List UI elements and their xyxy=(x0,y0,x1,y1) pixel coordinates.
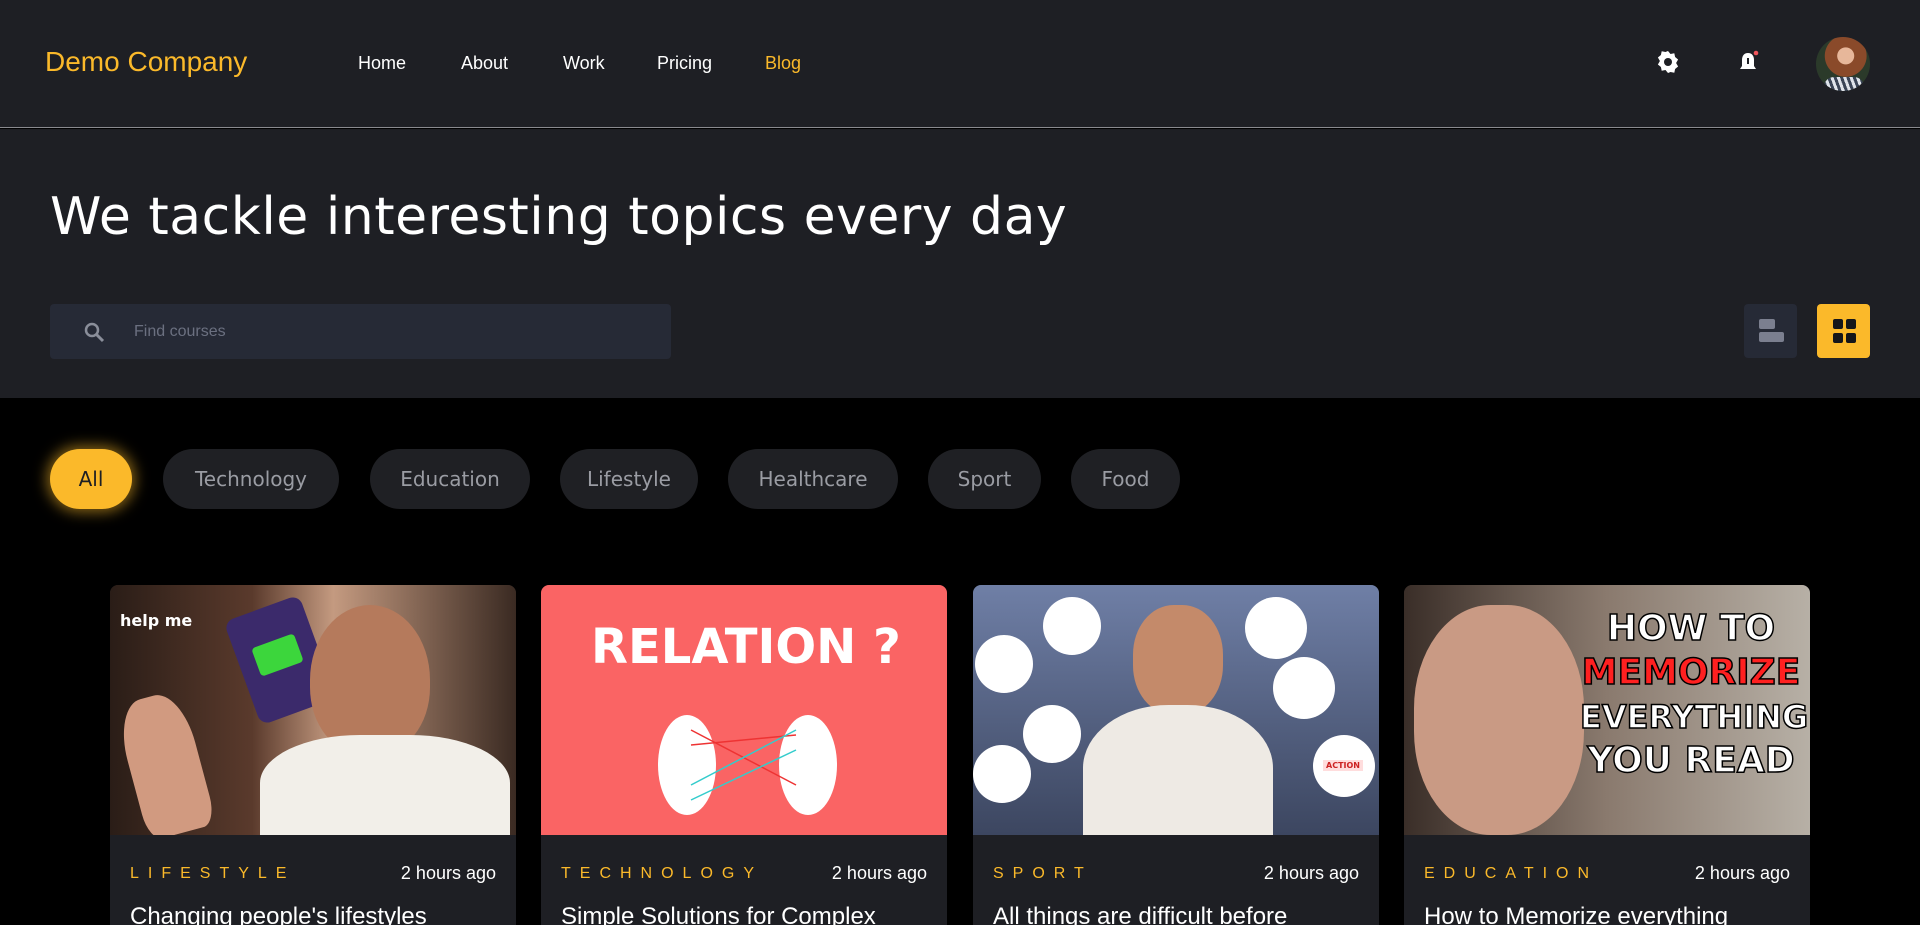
blog-card[interactable]: HOW TO MEMORIZE EVERYTHING YOU READ EDUC… xyxy=(1404,585,1810,925)
thumbnail-text-line: YOU READ xyxy=(1587,739,1796,782)
avatar[interactable] xyxy=(1816,37,1870,91)
filter-all[interactable]: All xyxy=(50,449,132,509)
search-box xyxy=(50,304,671,359)
card-category: EDUCATION xyxy=(1424,865,1599,882)
filter-healthcare[interactable]: Healthcare xyxy=(728,449,898,509)
nav-work[interactable]: Work xyxy=(563,53,605,74)
card-time: 2 hours ago xyxy=(1263,863,1359,883)
card-title[interactable]: All things are difficult before xyxy=(993,903,1287,925)
card-category: LIFESTYLE xyxy=(130,865,296,882)
filter-technology[interactable]: Technology xyxy=(163,449,339,509)
nav-home[interactable]: Home xyxy=(358,53,406,74)
blog-card[interactable]: help me LIFESTYLE 2 hours ago Changing p… xyxy=(110,585,516,925)
grid-view-button[interactable] xyxy=(1817,304,1870,358)
search-input[interactable] xyxy=(134,304,634,359)
filter-education[interactable]: Education xyxy=(370,449,530,509)
nav-blog[interactable]: Blog xyxy=(765,53,801,74)
filter-lifestyle[interactable]: Lifestyle xyxy=(560,449,698,509)
thumbnail-text: HOW TO MEMORIZE EVERYTHING YOU READ xyxy=(1579,607,1809,783)
list-view-button[interactable] xyxy=(1744,304,1797,358)
hero-section: We tackle interesting topics every day xyxy=(0,129,1920,398)
card-thumbnail: ACTION xyxy=(973,585,1379,835)
card-category: SPORT xyxy=(993,865,1093,882)
filter-food[interactable]: Food xyxy=(1071,449,1180,509)
card-time: 2 hours ago xyxy=(400,863,496,883)
blog-card[interactable]: RELATION ? TECHNOLOGY 2 hours ago Simple… xyxy=(541,585,947,925)
gear-icon[interactable] xyxy=(1656,50,1680,74)
card-time: 2 hours ago xyxy=(1694,863,1790,883)
card-time: 2 hours ago xyxy=(831,863,927,883)
card-thumbnail: HOW TO MEMORIZE EVERYTHING YOU READ xyxy=(1404,585,1810,835)
thumbnail-text-line: HOW TO xyxy=(1606,607,1776,650)
nav-pricing[interactable]: Pricing xyxy=(657,53,712,74)
thumbnail-text-line: EVERYTHING xyxy=(1579,697,1809,737)
card-thumbnail: RELATION ? xyxy=(541,585,947,835)
list-view-icon xyxy=(1759,319,1784,342)
thumbnail-text-line: MEMORIZE xyxy=(1581,651,1801,694)
card-title[interactable]: How to Memorize everything xyxy=(1424,903,1728,925)
card-category: TECHNOLOGY xyxy=(561,865,764,882)
thumbnail-text: help me xyxy=(120,611,193,630)
nav-about[interactable]: About xyxy=(461,53,508,74)
search-icon xyxy=(84,322,105,343)
bell-icon[interactable] xyxy=(1736,50,1760,74)
page-title: We tackle interesting topics every day xyxy=(50,187,1068,247)
blog-card[interactable]: ACTION SPORT 2 hours ago All things are … xyxy=(973,585,1379,925)
filter-sport[interactable]: Sport xyxy=(928,449,1041,509)
grid-view-icon xyxy=(1833,319,1856,343)
logo[interactable]: Demo Company xyxy=(45,46,247,78)
relation-arrows xyxy=(690,729,797,801)
thumbnail-text: ACTION xyxy=(1323,760,1363,771)
card-thumbnail: help me xyxy=(110,585,516,835)
card-title[interactable]: Changing people's lifestyles xyxy=(130,903,427,925)
top-navbar: Demo Company Home About Work Pricing Blo… xyxy=(0,0,1920,128)
card-title[interactable]: Simple Solutions for Complex xyxy=(561,903,876,925)
